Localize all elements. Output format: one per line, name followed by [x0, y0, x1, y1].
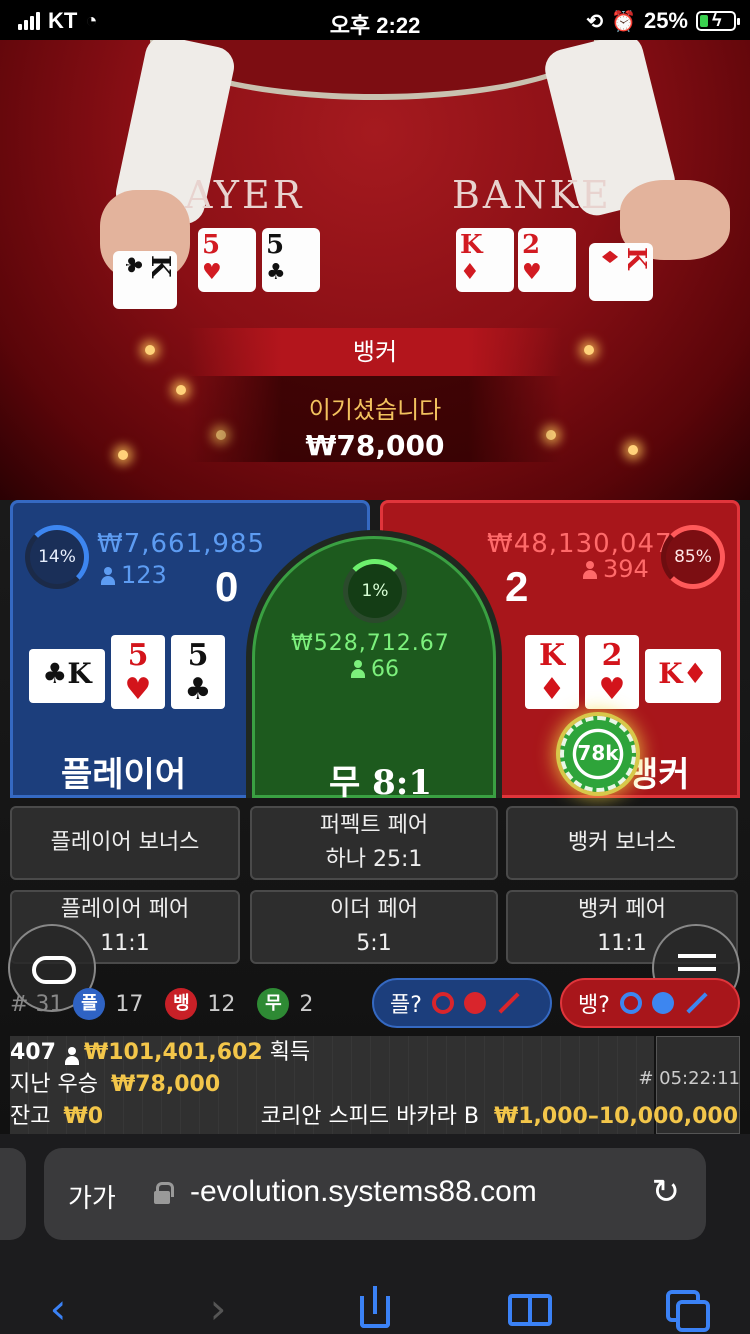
last-win-row: 지난 우승 ₩78,000: [10, 1072, 221, 1097]
tie-bet-total: ₩528,712.67: [291, 631, 450, 656]
alarm-icon: ⏰: [611, 10, 636, 33]
banker-count: 394: [583, 555, 649, 583]
banker-percent-ring: 85%: [661, 525, 725, 589]
previous-tab-edge[interactable]: [0, 1148, 26, 1240]
placed-chip[interactable]: 78k: [560, 716, 636, 792]
table-limits-row: 코리안 스피드 바카라 B ₩1,000–10,000,000: [260, 1104, 738, 1129]
reload-icon[interactable]: ↻: [652, 1172, 681, 1212]
player-bonus-button[interactable]: 플레이어 보너스: [10, 806, 240, 880]
banker-bonus-button[interactable]: 뱅커 보너스: [506, 806, 738, 880]
result-label: 뱅커: [188, 328, 562, 376]
sparkle: [118, 450, 128, 460]
sparkle: [584, 345, 594, 355]
share-button[interactable]: [344, 1284, 404, 1334]
tie-percent-ring: 1%: [343, 559, 407, 623]
winners-row: 407 ₩101,401,602 획득: [10, 1040, 311, 1065]
player-bet-total: ₩7,661,985: [97, 529, 266, 559]
battery-percent: 25%: [643, 8, 688, 33]
cockroach-icon: [686, 992, 708, 1014]
roadmap-stats: # 31 플 17 뱅 12 무 2: [10, 984, 313, 1024]
video-card-player-3: 5 ♣: [262, 228, 320, 292]
live-video: AYER BANKE K ♣ 5 ♥ 5 ♣ K ♦ 2 ♥ K ♦ 뱅커 이기셨습니다 ₩…: [0, 40, 750, 500]
sparkle: [628, 445, 638, 455]
player-card-2: 5 ♥: [111, 635, 165, 709]
tie-label: 무 8:1: [329, 763, 432, 803]
player-score: 0: [215, 563, 239, 610]
betting-panel: 14% ₩7,661,985 123 0 ♣K 5 ♥ 5 ♣ 플레이어 ₩48,1…: [0, 500, 750, 1134]
orientation-lock-icon: ⟲: [586, 10, 604, 33]
banker-score: 2: [505, 563, 529, 610]
address-bar[interactable]: 가가 -evolution.systems88.com ↻: [44, 1148, 706, 1240]
big-road-icon: [431, 992, 454, 1014]
table-icon: [32, 956, 76, 984]
tie-wins: 2: [299, 991, 314, 1017]
banker-label: 뱅커: [627, 755, 690, 795]
player-count: 123: [101, 561, 167, 589]
tabs-button[interactable]: [656, 1284, 716, 1334]
big-road-icon: [619, 992, 642, 1014]
round-number: # 31: [10, 991, 64, 1017]
player-label: 플레이어: [61, 755, 187, 795]
person-icon: [583, 561, 597, 579]
balance-row: 잔고 ₩0: [10, 1104, 104, 1129]
player-percent-ring: 14%: [25, 525, 89, 589]
person-icon: [351, 660, 365, 678]
video-card-player-2: 5 ♥: [198, 228, 256, 292]
video-card-player-1: K ♣: [113, 251, 177, 309]
browser-toolbar: 가가 -evolution.systems88.com ↻ ‹ ›: [0, 1134, 750, 1334]
banker-card-1: K ♦: [525, 635, 579, 709]
player-card-3: 5 ♣: [171, 635, 225, 709]
banker-card-2: 2 ♥: [585, 635, 639, 709]
win-message: 이기셨습니다: [308, 396, 442, 424]
either-pair-button[interactable]: 이더 페어 5:1: [250, 890, 498, 964]
big-eye-icon: [463, 992, 486, 1014]
win-box: 이기셨습니다 ₩78,000: [188, 376, 562, 462]
tie-count: 66: [351, 657, 399, 682]
banker-badge: 뱅: [165, 988, 198, 1020]
perfect-pair-button[interactable]: 퍼펙트 페어 하나 25:1: [250, 806, 498, 880]
bookmarks-button[interactable]: [500, 1284, 560, 1334]
tie-bet-spot[interactable]: 1% ₩528,712.67 66 무 8:1: [246, 530, 502, 803]
video-card-banker-2: 2 ♥: [518, 228, 576, 292]
game-id: # 05:22:11: [638, 1068, 740, 1089]
forward-button[interactable]: ›: [188, 1284, 248, 1334]
lock-icon: [154, 1182, 174, 1204]
person-icon: [101, 567, 115, 585]
text-size-button[interactable]: 가가: [68, 1178, 116, 1215]
tie-badge: 무: [257, 988, 290, 1020]
cockroach-icon: [498, 992, 520, 1014]
player-badge: 플: [73, 988, 106, 1020]
player-predict-button[interactable]: 플?: [372, 978, 552, 1028]
table-label-player: AYER: [185, 173, 305, 217]
banker-predict-button[interactable]: 뱅?: [560, 978, 740, 1028]
player-card-1: ♣K: [29, 649, 105, 703]
sparkle: [176, 385, 186, 395]
sparkle: [145, 345, 155, 355]
video-card-banker-1: K ♦: [456, 228, 514, 292]
person-icon: [64, 1047, 79, 1065]
video-card-banker-3: K ♦: [589, 243, 653, 301]
tie-bet-inner: 1% ₩528,712.67 66 무 8:1: [252, 536, 496, 803]
url-host: -evolution.systems88.com: [190, 1175, 537, 1208]
back-button[interactable]: ‹: [28, 1284, 88, 1334]
info-strip: 407 ₩101,401,602 획득 지난 우승 ₩78,000 잔고 ₩0 …: [0, 1036, 750, 1134]
banker-card-3: K♦: [645, 649, 721, 703]
big-eye-icon: [651, 992, 674, 1014]
battery-icon: ϟ: [696, 10, 740, 31]
player-wins: 17: [115, 991, 144, 1017]
win-amount: ₩78,000: [305, 429, 445, 462]
status-bar: KT ◔ 오후 2:22 ⟲ ⏰ 25% ϟ: [0, 0, 750, 40]
banker-wins: 12: [207, 991, 236, 1017]
table-label-banker: BANKE: [452, 173, 612, 217]
